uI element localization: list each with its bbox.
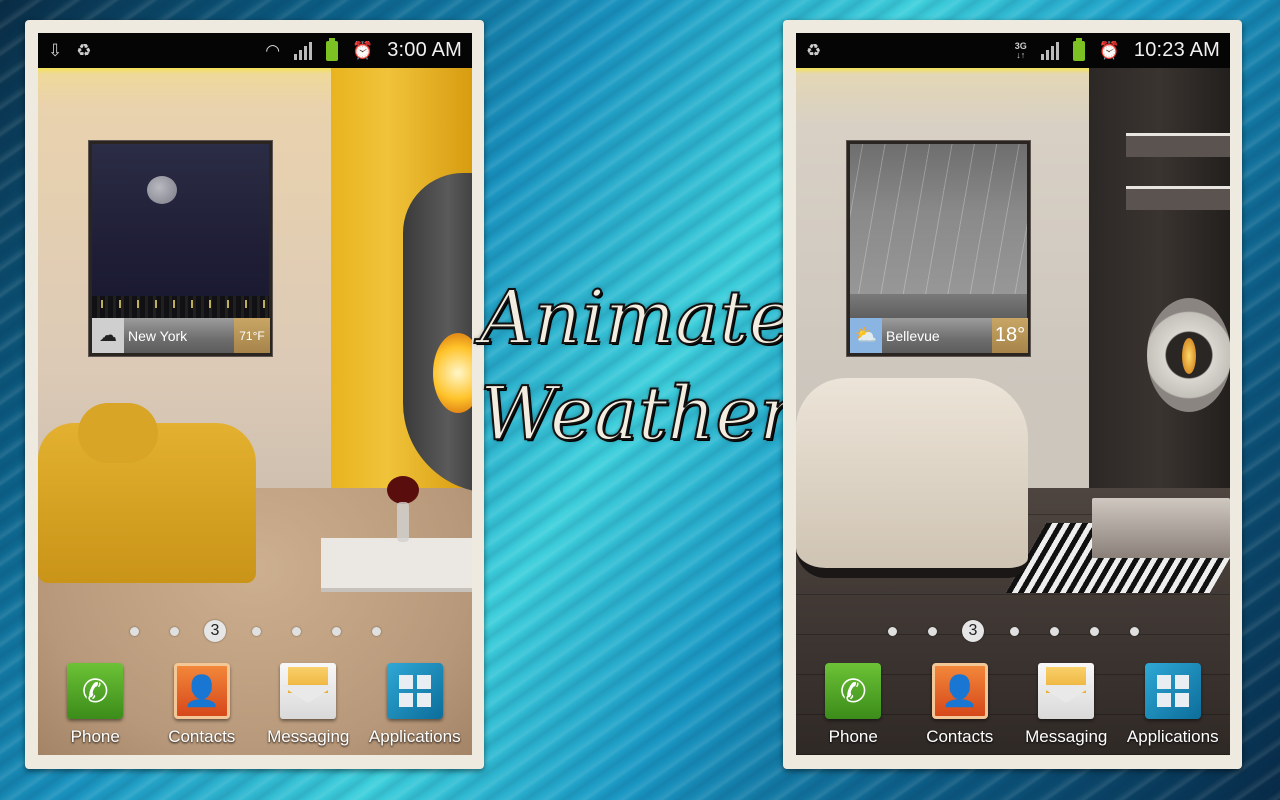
- status-bar: ♻ 3G ↓↑ ⏰ 10:23 AM: [796, 33, 1230, 68]
- app-label: Applications: [1126, 727, 1219, 746]
- page-dot[interactable]: [169, 626, 179, 636]
- page-dot-current[interactable]: 3: [204, 620, 226, 642]
- app-label: Contacts: [926, 727, 994, 746]
- page-dot[interactable]: [927, 626, 937, 636]
- city-skyline: [850, 294, 1027, 318]
- home-screen: ⛅ Bellevue 18° ♻ 3G ↓↑ ⏰ 10:23 AM 3 ✆ Ph…: [796, 33, 1230, 755]
- page-dot[interactable]: [887, 626, 897, 636]
- recycle-icon: ♻: [76, 41, 92, 60]
- flower-vase: [383, 476, 423, 546]
- page-dot[interactable]: [371, 626, 381, 636]
- envelope-icon[interactable]: [1038, 663, 1095, 719]
- home-screen: ☁ New York 71°F ⇩ ♻ ◠ ⏰ 3:00 AM 3 ✆ Phon…: [38, 33, 472, 755]
- grid-icon[interactable]: [1144, 663, 1201, 719]
- title-line-2: Weather: [479, 370, 796, 458]
- grid-icon[interactable]: [386, 663, 443, 719]
- app-label: Applications: [368, 727, 461, 746]
- moon-icon: [147, 176, 177, 204]
- app-label: Contacts: [168, 727, 236, 746]
- page-dot[interactable]: [1009, 626, 1019, 636]
- weather-widget[interactable]: ☁ New York 71°F: [88, 140, 273, 357]
- page-dot[interactable]: [291, 626, 301, 636]
- title-line-1: Animated: [479, 274, 841, 362]
- dock-app-messaging[interactable]: Messaging: [255, 663, 362, 755]
- dock-app-applications[interactable]: Applications: [1120, 663, 1227, 755]
- cloud-icon: ☁: [92, 318, 124, 353]
- dock-app-phone[interactable]: ✆ Phone: [42, 663, 149, 755]
- temperature: 71°F: [234, 318, 270, 353]
- dock-app-contacts[interactable]: 👤 Contacts: [907, 663, 1014, 755]
- clock: 10:23 AM: [1133, 39, 1220, 61]
- wifi-icon: ◠: [265, 41, 281, 60]
- status-bar: ⇩ ♻ ◠ ⏰ 3:00 AM: [38, 33, 472, 68]
- app-dock: ✆ Phone 👤 Contacts Messaging Application…: [796, 663, 1230, 755]
- dock-app-messaging[interactable]: Messaging: [1013, 663, 1120, 755]
- promo-title: Animated Weather: [479, 270, 841, 462]
- contacts-icon[interactable]: 👤: [931, 663, 988, 719]
- recycle-icon: ♻: [806, 41, 822, 60]
- weather-scene-night: [92, 144, 269, 318]
- app-label: Phone: [70, 727, 120, 746]
- page-dot[interactable]: [1129, 626, 1139, 636]
- app-label: Messaging: [267, 727, 350, 746]
- dock-app-contacts[interactable]: 👤 Contacts: [149, 663, 256, 755]
- envelope-icon[interactable]: [280, 663, 337, 719]
- page-dot[interactable]: [129, 626, 139, 636]
- dock-app-applications[interactable]: Applications: [362, 663, 469, 755]
- armchair: [38, 403, 256, 583]
- signal-icon: [294, 41, 313, 60]
- coffee-table: [1092, 498, 1230, 558]
- dock-app-phone[interactable]: ✆ Phone: [800, 663, 907, 755]
- page-dot[interactable]: [251, 626, 261, 636]
- signal-icon: [1040, 41, 1059, 60]
- page-dot[interactable]: [1049, 626, 1059, 636]
- weather-info-bar: ⛅ Bellevue 18°: [850, 318, 1028, 353]
- wall-shelf: [1126, 133, 1230, 157]
- leather-armchair: [796, 378, 1028, 578]
- weather-widget[interactable]: ⛅ Bellevue 18°: [846, 140, 1031, 357]
- app-label: Messaging: [1025, 727, 1108, 746]
- app-dock: ✆ Phone 👤 Contacts Messaging Application…: [38, 663, 472, 755]
- battery-icon: [326, 37, 339, 61]
- temperature: 18°: [992, 318, 1028, 353]
- city-name: Bellevue: [886, 327, 940, 344]
- city-name: New York: [128, 327, 188, 344]
- page-dot[interactable]: [1089, 626, 1099, 636]
- weather-scene-rain: [850, 144, 1027, 318]
- clock: 3:00 AM: [387, 39, 462, 61]
- alarm-icon: ⏰: [352, 41, 374, 60]
- wallpaper-living-room-dark: ⛅ Bellevue 18°: [796, 68, 1230, 755]
- page-indicator: 3: [796, 619, 1230, 643]
- 3g-data-icon: 3G ↓↑: [1014, 40, 1027, 60]
- app-label: Phone: [828, 727, 878, 746]
- phone-screenshot-left: ☁ New York 71°F ⇩ ♻ ◠ ⏰ 3:00 AM 3 ✆ Phon…: [25, 20, 484, 769]
- alarm-icon: ⏰: [1098, 41, 1120, 60]
- city-skyline: [92, 296, 269, 318]
- page-dot-current[interactable]: 3: [962, 620, 984, 642]
- page-dot[interactable]: [331, 626, 341, 636]
- network-type: 3G: [1014, 40, 1027, 51]
- flame: [1182, 338, 1196, 374]
- phone-icon[interactable]: ✆: [67, 663, 124, 719]
- battery-icon: [1072, 37, 1085, 61]
- wall-shelf: [1126, 186, 1230, 210]
- phone-screenshot-right: ⛅ Bellevue 18° ♻ 3G ↓↑ ⏰ 10:23 AM 3 ✆ Ph…: [783, 20, 1242, 769]
- weather-info-bar: ☁ New York 71°F: [92, 318, 270, 353]
- download-icon: ⇩: [48, 41, 63, 60]
- contacts-icon[interactable]: 👤: [173, 663, 230, 719]
- page-indicator: 3: [38, 619, 472, 643]
- phone-icon[interactable]: ✆: [825, 663, 882, 719]
- sun-cloud-rain-icon: ⛅: [850, 318, 882, 353]
- wallpaper-living-room-yellow: ☁ New York 71°F: [38, 68, 472, 755]
